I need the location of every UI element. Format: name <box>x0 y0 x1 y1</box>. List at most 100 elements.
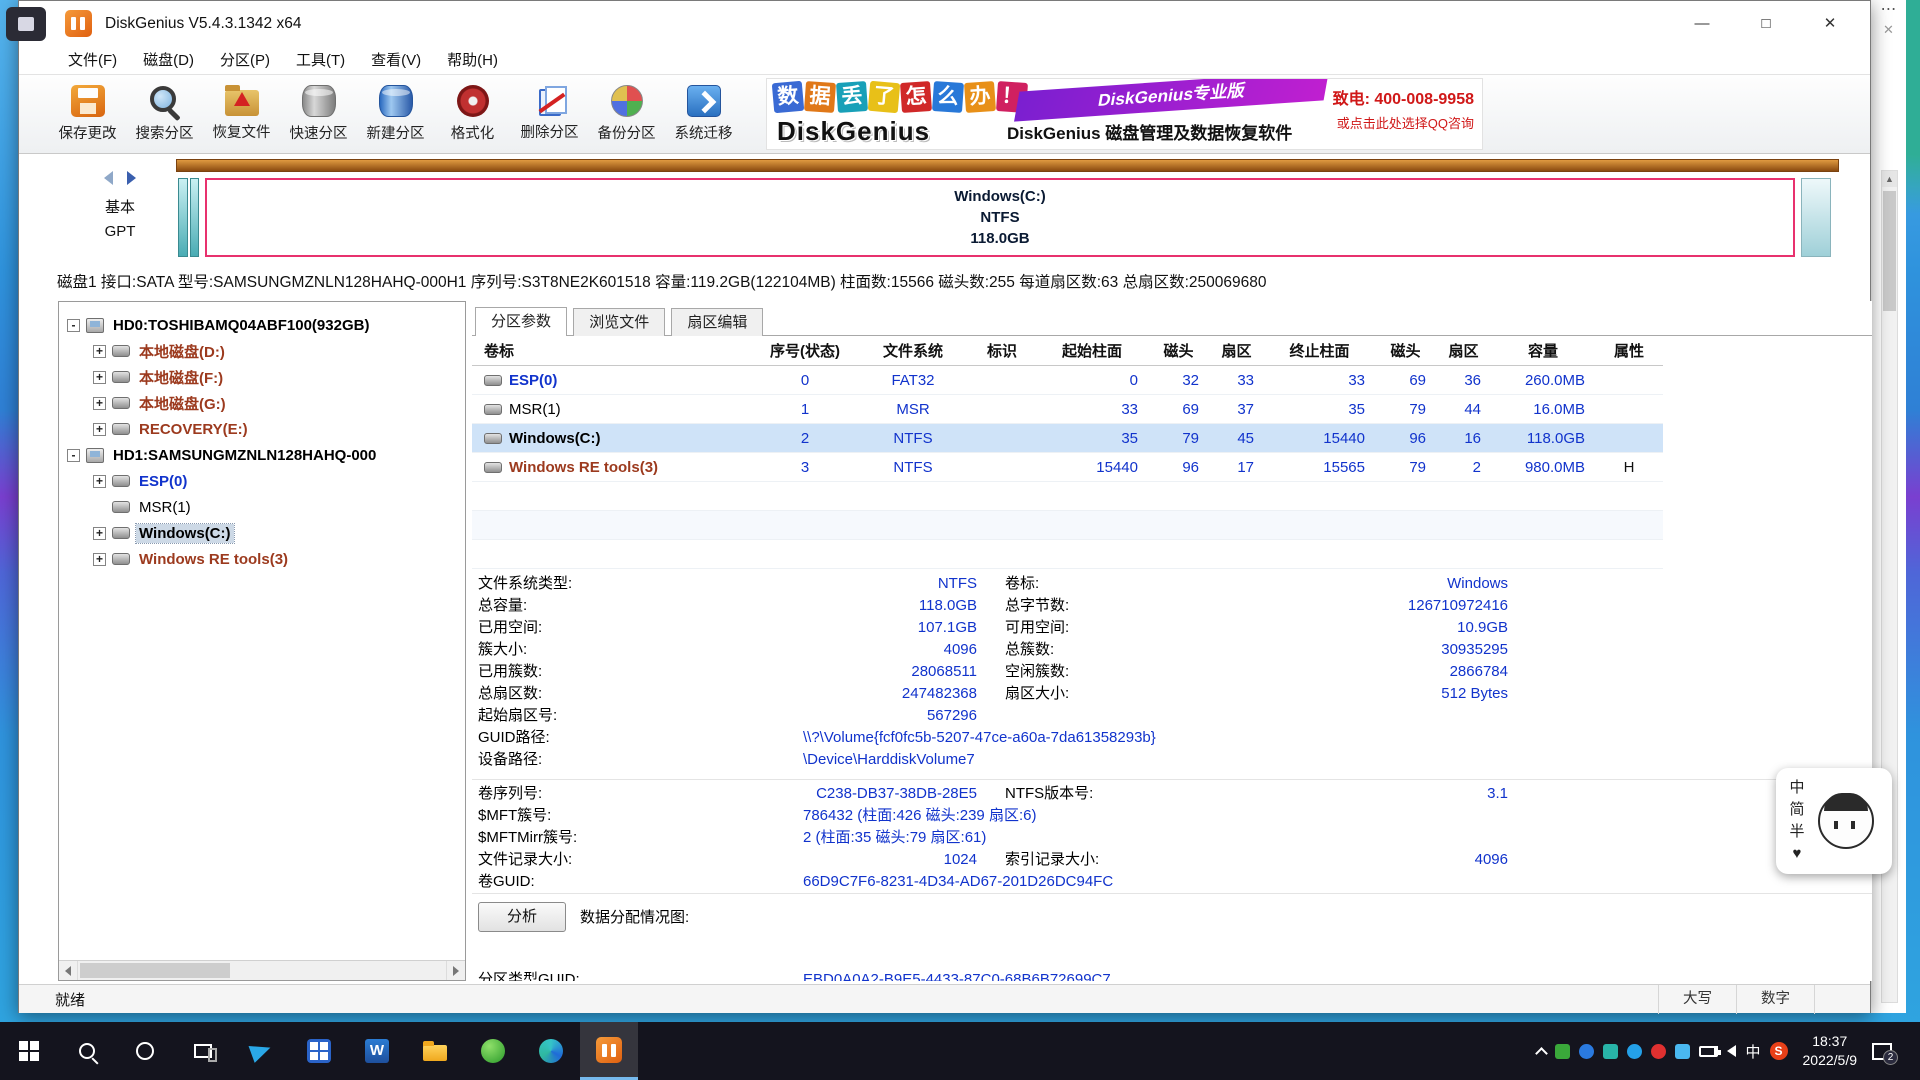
partition-msr-segment[interactable] <box>190 178 199 257</box>
more-options-icon[interactable]: ⋯ <box>1871 0 1906 22</box>
scrollbar-thumb[interactable] <box>1883 191 1896 311</box>
banner-qq-link[interactable]: 或点击此处选择QQ咨询 <box>1333 113 1474 132</box>
background-app-corner[interactable] <box>6 7 46 41</box>
new-partition-button[interactable]: 新建分区 <box>357 77 434 151</box>
tray-icon-snowflake[interactable] <box>1675 1044 1690 1059</box>
tree-expander-icon[interactable]: + <box>93 527 106 540</box>
partition-re-segment[interactable] <box>1801 178 1831 257</box>
tree-expander-icon[interactable]: - <box>67 319 80 332</box>
table-row[interactable]: MSR(1) 1 MSR 33 69 37 35 79 44 16.0MB <box>472 395 1663 424</box>
scroll-left-icon[interactable] <box>59 961 78 980</box>
sogou-ime-icon[interactable]: S <box>1770 1042 1788 1060</box>
tree-item[interactable]: + 本地磁盘(D:) <box>67 338 465 364</box>
cortana-icon <box>136 1042 154 1060</box>
detail-row: 文件记录大小: 1024 索引记录大小: 4096 <box>472 849 1872 871</box>
input-language-indicator[interactable]: 中 <box>1745 1041 1760 1062</box>
tray-icon-teal[interactable] <box>1603 1044 1618 1059</box>
prev-disk-icon[interactable] <box>104 171 113 185</box>
table-row[interactable]: ESP(0) 0 FAT32 0 32 33 33 69 36 260.0MB <box>472 366 1663 395</box>
ime-avatar-icon[interactable] <box>1818 793 1874 849</box>
system-migration-button[interactable]: 系统迁移 <box>665 77 742 151</box>
diskgenius-taskbar-button[interactable] <box>580 1022 638 1080</box>
edge-button[interactable] <box>522 1022 580 1080</box>
ime-char[interactable]: ♥ <box>1784 843 1810 865</box>
tray-icon-red[interactable] <box>1651 1044 1666 1059</box>
ime-toolbar[interactable]: 中简半♥ <box>1776 768 1892 874</box>
table-row[interactable]: Windows RE tools(3) 3 NTFS 15440 96 17 1… <box>472 453 1663 482</box>
backup-partition-icon <box>611 85 643 117</box>
disk-strip <box>176 159 1839 172</box>
titlebar: DiskGenius V5.4.3.1342 x64 — □ ✕ <box>19 1 1870 46</box>
action-center-icon[interactable]: 2 <box>1872 1043 1892 1060</box>
menu-item-partition[interactable]: 分区(P) <box>207 46 283 75</box>
next-disk-icon[interactable] <box>127 171 136 185</box>
close-button[interactable]: ✕ <box>1798 1 1862 46</box>
task-view-button[interactable] <box>174 1022 232 1080</box>
ime-char[interactable]: 中 <box>1784 777 1810 799</box>
tree-expander-icon[interactable]: - <box>67 449 80 462</box>
tree-item[interactable]: + Windows RE tools(3) <box>67 546 465 572</box>
analyze-button[interactable]: 分析 <box>478 902 566 932</box>
menu-item-tools[interactable]: 工具(T) <box>283 46 358 75</box>
taskbar-search-button[interactable] <box>58 1022 116 1080</box>
quick-partition-button[interactable]: 快速分区 <box>280 77 357 151</box>
tray-icon-qq[interactable] <box>1627 1044 1642 1059</box>
tab-partition-params[interactable]: 分区参数 <box>475 307 567 336</box>
detail-row: $MFTMirr簇号: 2 (柱面:35 磁头:79 扇区:61) <box>472 827 1872 849</box>
store-button[interactable] <box>290 1022 348 1080</box>
tree-item[interactable]: MSR(1) <box>67 494 465 520</box>
maximize-button[interactable]: □ <box>1734 1 1798 46</box>
tree-horizontal-scrollbar[interactable] <box>59 960 465 980</box>
save-changes-button[interactable]: 保存更改 <box>49 77 126 151</box>
delete-partition-button[interactable]: 删除分区 <box>511 77 588 151</box>
cortana-button[interactable] <box>116 1022 174 1080</box>
hidden-icons-chevron[interactable] <box>1536 1047 1549 1060</box>
minimize-button[interactable]: — <box>1670 1 1734 46</box>
tree-expander-icon[interactable]: + <box>93 397 106 410</box>
ad-banner[interactable]: 数据丢了怎么办！ DiskGenius专业版 DiskGenius 致电: 40… <box>766 78 1483 150</box>
tree-expander-icon[interactable]: + <box>93 345 106 358</box>
recover-files-button[interactable]: 恢复文件 <box>203 77 280 151</box>
disk-graph: 基本 GPT Windows(C:) NTFS 118.0GB <box>19 154 1870 264</box>
tree-item[interactable]: + 本地磁盘(F:) <box>67 364 465 390</box>
file-explorer-button[interactable] <box>406 1022 464 1080</box>
tab-browse-files[interactable]: 浏览文件 <box>573 308 665 336</box>
tree-item[interactable]: + Windows(C:) <box>67 520 465 546</box>
background-close-icon[interactable]: ✕ <box>1871 22 1906 42</box>
tree-item[interactable]: + RECOVERY(E:) <box>67 416 465 442</box>
pinned-app-blue[interactable] <box>232 1022 290 1080</box>
tree-expander-icon[interactable]: + <box>93 371 106 384</box>
format-button[interactable]: 格式化 <box>434 77 511 151</box>
word-button[interactable]: W <box>348 1022 406 1080</box>
menu-item-view[interactable]: 查看(V) <box>358 46 434 75</box>
partition-windows-segment[interactable]: Windows(C:) NTFS 118.0GB <box>205 178 1795 257</box>
volume-icon[interactable] <box>1727 1045 1736 1057</box>
tray-icon-blue-circle[interactable] <box>1579 1044 1594 1059</box>
taskbar-clock[interactable]: 18:37 2022/5/9 <box>1797 1032 1864 1070</box>
backup-partition-button[interactable]: 备份分区 <box>588 77 665 151</box>
start-button[interactable] <box>0 1022 58 1080</box>
background-scrollbar[interactable]: ▲ <box>1881 170 1898 1003</box>
table-row[interactable]: Windows(C:) 2 NTFS 35 79 45 15440 96 16 … <box>472 424 1663 453</box>
green-browser-button[interactable] <box>464 1022 522 1080</box>
ime-char[interactable]: 半 <box>1784 821 1810 843</box>
tree-item[interactable]: - HD0:TOSHIBAMQ04ABF100(932GB) <box>67 312 465 338</box>
tree-scrollbar-thumb[interactable] <box>80 963 230 978</box>
tree-expander-icon[interactable]: + <box>93 423 106 436</box>
tree-item[interactable]: + 本地磁盘(G:) <box>67 390 465 416</box>
banner-logo: DiskGenius <box>777 116 930 147</box>
scroll-right-icon[interactable] <box>446 961 465 980</box>
menu-item-disk[interactable]: 磁盘(D) <box>130 46 207 75</box>
scroll-up-icon[interactable]: ▲ <box>1882 171 1897 187</box>
tree-expander-icon[interactable]: + <box>93 475 106 488</box>
tray-icon-green[interactable] <box>1555 1044 1570 1059</box>
tree-expander-icon[interactable]: + <box>93 553 106 566</box>
ime-char[interactable]: 简 <box>1784 799 1810 821</box>
tree-item[interactable]: - HD1:SAMSUNGMZNLN128HAHQ-000 <box>67 442 465 468</box>
tree-item[interactable]: + ESP(0) <box>67 468 465 494</box>
search-partition-button[interactable]: 搜索分区 <box>126 77 203 151</box>
tab-sector-edit[interactable]: 扇区编辑 <box>671 308 763 336</box>
menu-item-file[interactable]: 文件(F) <box>55 46 130 75</box>
menu-item-help[interactable]: 帮助(H) <box>434 46 511 75</box>
partition-esp-segment[interactable] <box>178 178 188 257</box>
